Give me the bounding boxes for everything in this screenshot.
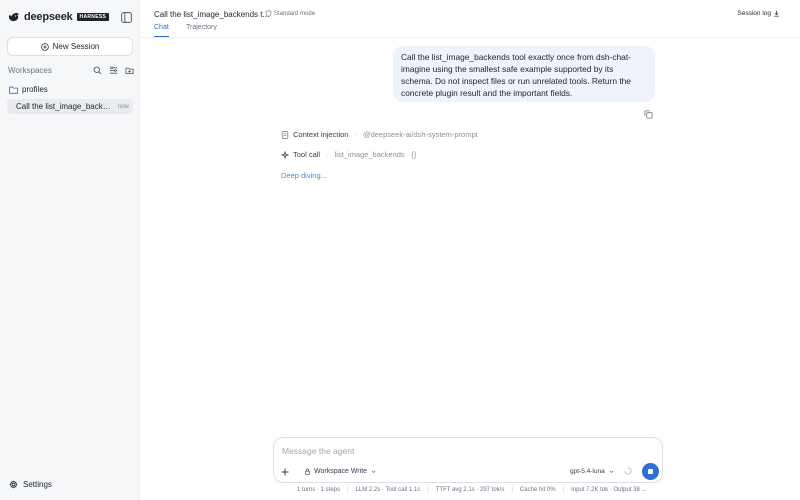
settings-button[interactable]: Settings (9, 480, 52, 489)
download-icon (774, 10, 779, 17)
gear-icon (9, 480, 18, 489)
mode-label: Standard mode (274, 10, 316, 17)
copy-icon[interactable] (644, 110, 653, 119)
tab-chat[interactable]: Chat (154, 24, 169, 37)
stats-ttft: TTFT avg 2.1s · 297 tok/s (435, 487, 505, 493)
message-input[interactable]: Message the agent (282, 446, 354, 456)
stats-divider: | (511, 487, 513, 493)
brand-name: deepseek (24, 11, 73, 23)
sparkle-icon (281, 150, 289, 159)
session-title: Call the list_image_backends tool (16, 102, 115, 111)
stats-divider: | (562, 487, 565, 493)
workspaces-header: Workspaces (8, 66, 134, 75)
tool-call-label: Tool call (293, 150, 321, 159)
context-injection-step[interactable]: Context injection · @deepseek-ai/dsh-sys… (281, 130, 478, 139)
tool-call-step[interactable]: Tool call · list_image_backends · {} (281, 150, 416, 159)
tab-trajectory[interactable]: Trajectory (186, 24, 217, 31)
user-message-bubble: Call the list_image_backends tool exactl… (393, 46, 655, 102)
model-select[interactable]: gpt-5.4-luna (570, 468, 615, 475)
stats-bar: 1 turns · 1 steps | LLM 2.2s · Tool call… (297, 487, 647, 493)
stats-divider: | (347, 487, 349, 493)
brand[interactable]: deepseek HARNESS (8, 11, 110, 23)
shield-icon (265, 10, 272, 17)
folder-name: profiles (22, 85, 48, 94)
stats-llm: LLM 2.2s · Tool call 1.1s (355, 487, 421, 493)
sidebar-collapse-icon[interactable] (121, 12, 132, 23)
tool-call-detail: list_image_backends · {} (334, 150, 417, 159)
session-log-label: Session log (737, 10, 771, 17)
plus-icon[interactable] (280, 467, 290, 477)
mode-indicator[interactable]: Standard mode (265, 10, 315, 17)
chevron-down-icon (609, 470, 614, 474)
search-icon[interactable] (93, 66, 102, 75)
add-folder-icon[interactable] (125, 66, 134, 75)
session-item[interactable]: · Call the list_image_backends tool now (7, 99, 133, 114)
deepseek-whale-logo (9, 13, 19, 22)
document-icon (281, 130, 289, 139)
stats-divider: | (427, 487, 429, 493)
workspaces-label: Workspaces (8, 66, 52, 75)
chat-header: Call the list_image_backends t... Standa… (140, 0, 800, 38)
page-title: Call the list_image_backends t... (154, 10, 270, 19)
new-session-button[interactable]: New Session (7, 37, 133, 56)
settings-label: Settings (23, 480, 52, 489)
model-label: gpt-5.4-luna (570, 468, 605, 475)
context-injection-label: Context injection (293, 130, 349, 139)
stats-turns: 1 turns · 1 steps (297, 487, 341, 493)
lock-icon (305, 468, 310, 475)
stats-io: Input 7.2K tok · Output 38 ... (571, 487, 647, 493)
new-session-label: New Session (52, 42, 100, 51)
separator-dot: · (326, 150, 329, 159)
chevron-down-icon (371, 470, 376, 474)
session-activity-indicator: · (11, 103, 13, 109)
plus-circle-icon (40, 42, 49, 51)
folder-icon (9, 86, 18, 94)
stop-icon (648, 469, 653, 474)
loading-spinner-icon (624, 467, 632, 475)
sidebar: deepseek HARNESS New Session Workspaces (0, 0, 140, 500)
session-log-button[interactable]: Session log (737, 10, 780, 17)
context-injection-detail: @deepseek-ai/dsh-system-prompt (362, 130, 478, 139)
stats-cache: Cache hit 0% (519, 487, 556, 493)
agent-status: Deep diving... (281, 171, 327, 180)
message-composer: Message the agent Workspace Write gpt-5.… (273, 437, 663, 483)
stop-button[interactable] (642, 463, 659, 480)
workspace-mode-label: Workspace Write (314, 468, 368, 475)
filter-icon[interactable] (109, 66, 118, 75)
workspace-folder[interactable]: profiles (9, 85, 48, 94)
separator-dot: · (354, 130, 357, 139)
session-time: now (117, 103, 129, 110)
workspace-mode-select[interactable]: Workspace Write (304, 468, 377, 475)
brand-badge: HARNESS (76, 13, 110, 21)
